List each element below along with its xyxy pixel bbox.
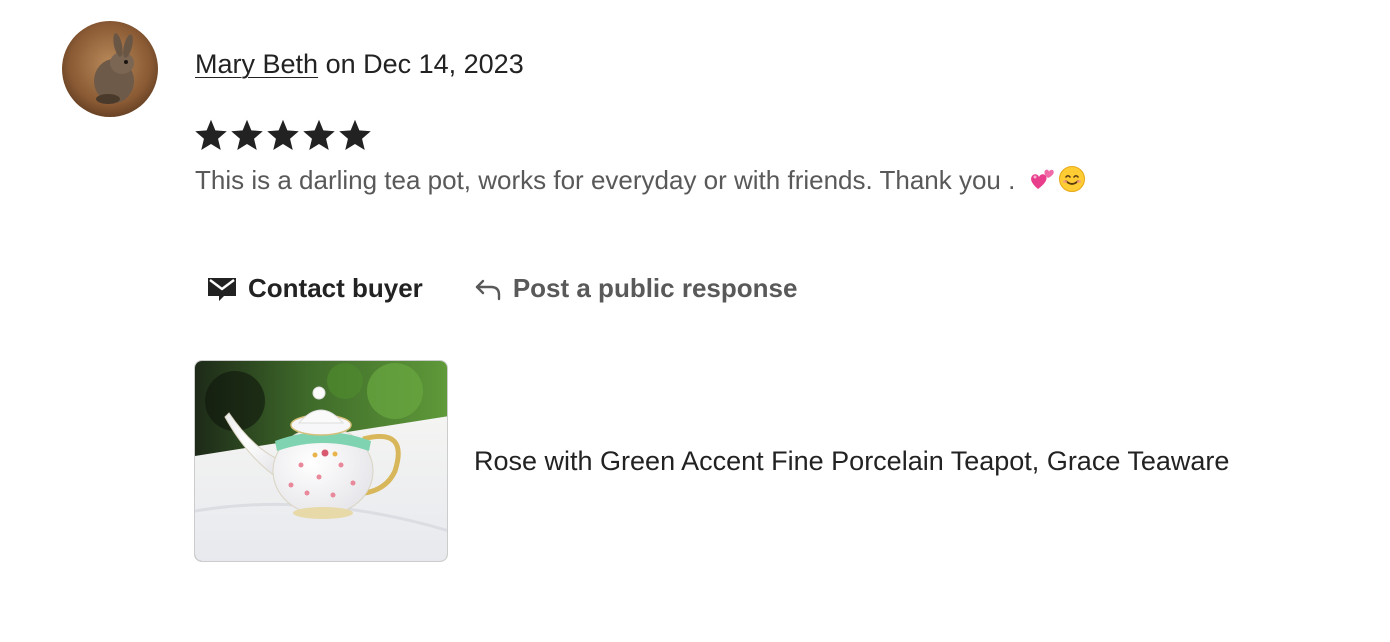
review-meta: Mary Beth on Dec 14, 2023 (195, 46, 524, 82)
star-icon (303, 119, 335, 150)
star-icon (339, 119, 371, 150)
contact-buyer-button[interactable]: Contact buyer (206, 272, 423, 304)
teapot-image (195, 361, 447, 561)
reviewed-listing: Rose with Green Accent Fine Porcelain Te… (194, 360, 1229, 562)
reviewer-name-link[interactable]: Mary Beth (195, 49, 318, 79)
two-hearts-emoji-icon (1030, 169, 1054, 189)
post-public-response-label: Post a public response (512, 272, 798, 303)
smiling-face-emoji-icon (1058, 166, 1085, 192)
reviewer-avatar[interactable] (62, 21, 158, 117)
review-body: This is a darling tea pot, works for eve… (195, 165, 1023, 195)
star-icon (231, 119, 263, 150)
listing-title-link[interactable]: Rose with Green Accent Fine Porcelain Te… (474, 443, 1229, 479)
listing-thumbnail[interactable] (194, 360, 448, 562)
contact-buyer-label: Contact buyer (248, 272, 423, 303)
reply-arrow-icon (475, 279, 501, 301)
avatar-image (62, 21, 158, 117)
review-text: This is a darling tea pot, works for eve… (195, 162, 1086, 198)
star-rating (193, 115, 373, 155)
star-icon (195, 119, 227, 150)
mail-icon (208, 278, 236, 301)
star-icon (267, 119, 299, 150)
review-actions: Contact buyer Post a public response (206, 266, 797, 310)
review-emojis (1029, 165, 1086, 193)
post-public-response-button[interactable]: Post a public response (473, 272, 798, 304)
review-date: on Dec 14, 2023 (325, 49, 524, 79)
